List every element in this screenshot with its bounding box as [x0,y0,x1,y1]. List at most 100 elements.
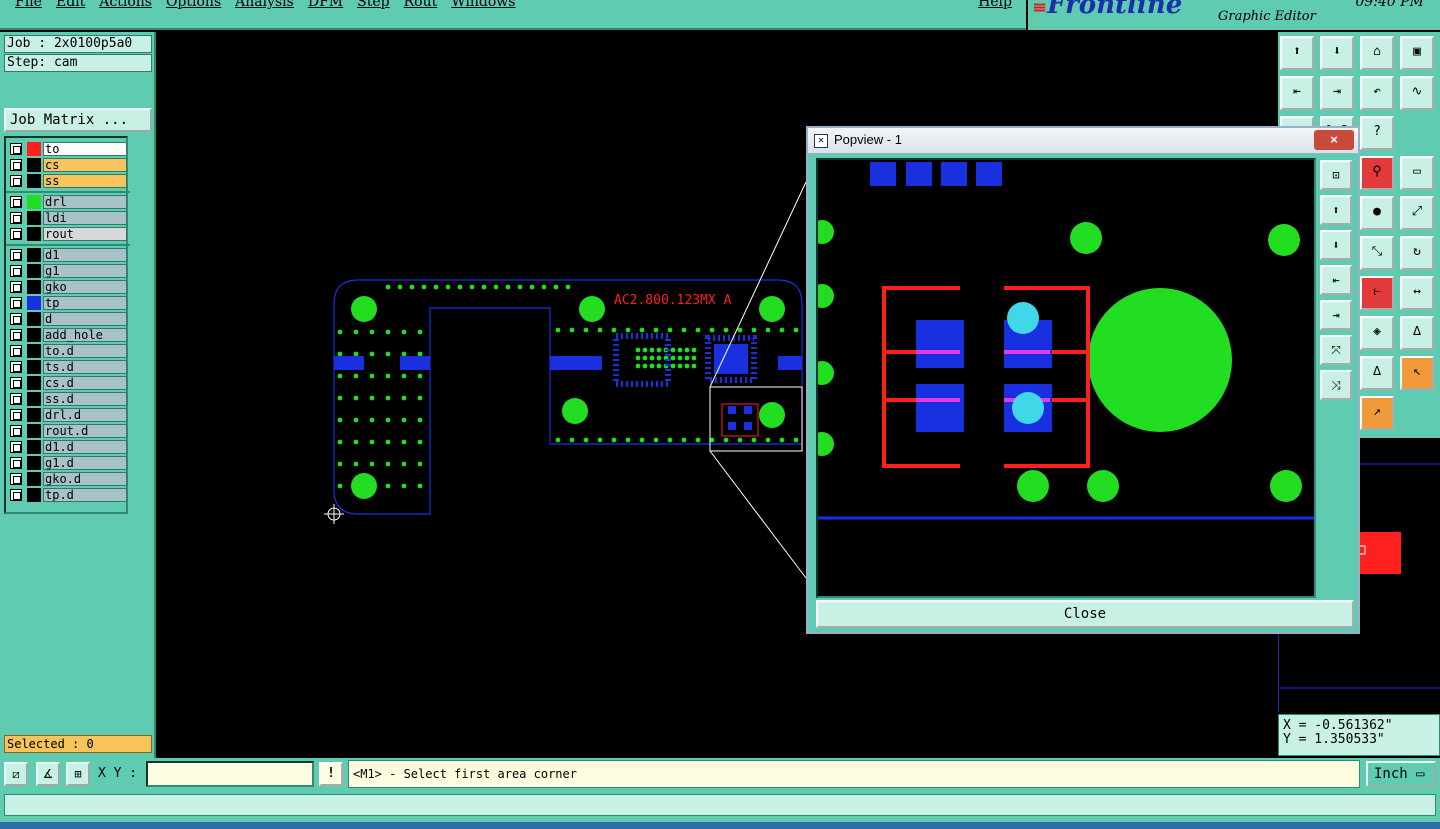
move-right-icon[interactable]: ⇥ [1320,76,1354,110]
arc-icon[interactable]: ∆ [1400,316,1434,350]
menu-windows[interactable]: Windows [444,0,522,10]
menu-dfm[interactable]: DFM [301,0,350,10]
arc-alt-icon[interactable]: ∆ [1360,356,1394,390]
popview-titlebar[interactable]: ✕ Popview - 1 × [808,128,1358,154]
layer-checkbox[interactable] [10,377,22,389]
rotate-icon[interactable]: ↻ [1400,236,1434,270]
layer-checkbox[interactable] [10,249,22,261]
move-down-icon[interactable]: ⬇ [1320,36,1354,70]
help-icon[interactable]: ? [1360,116,1394,150]
xy-input[interactable] [146,761,314,787]
layer-checkbox[interactable] [10,393,22,405]
pan-left-icon[interactable]: ⇤ [1320,265,1352,295]
layer-row[interactable]: ss [8,174,127,188]
measure-icon[interactable]: ⤢ [1400,196,1434,230]
layer-checkbox[interactable] [10,159,22,171]
layer-row[interactable]: rout [8,227,127,241]
layer-name[interactable]: d [43,312,127,326]
layer-name[interactable]: ldi [43,211,127,225]
select-alt-icon[interactable]: ↗ [1360,396,1394,430]
layer-checkbox[interactable] [10,265,22,277]
layer-name[interactable]: gko.d [43,472,127,486]
pan-down-icon[interactable]: ⬇ [1320,230,1352,260]
layer-name[interactable]: g1 [43,264,127,278]
layer-checkbox[interactable] [10,361,22,373]
layer-name[interactable]: ss [43,174,127,188]
unit-selector[interactable]: Inch ▭ [1366,761,1436,787]
layer-name[interactable]: add_hole [43,328,127,342]
layer-row[interactable]: tp [8,296,127,310]
menu-options[interactable]: Options [159,0,228,10]
layer-checkbox[interactable] [10,281,22,293]
snap-icon[interactable]: ⚲ [1360,156,1394,190]
layer-checkbox[interactable] [10,409,22,421]
layer-checkbox[interactable] [10,441,22,453]
layer-checkbox[interactable] [10,457,22,469]
layer-row[interactable]: ts.d [8,360,127,374]
pan-up-icon[interactable]: ⬆ [1320,195,1352,225]
home-icon[interactable]: ⌂ [1360,36,1394,70]
measure-alt-icon[interactable]: ⤡ [1360,236,1394,270]
menu-help[interactable]: Help [978,0,1012,10]
layer-row[interactable]: d1.d [8,440,127,454]
layer-name[interactable]: rout.d [43,424,127,438]
layer-checkbox[interactable] [10,175,22,187]
layer-checkbox[interactable] [10,425,22,437]
layer-row[interactable]: cs.d [8,376,127,390]
layer-name[interactable]: to [43,142,127,156]
span-icon[interactable]: ↔ [1400,276,1434,310]
move-up-icon[interactable]: ⬆ [1280,36,1314,70]
zoom-area-icon[interactable]: ⧄ [4,762,28,786]
layer-checkbox[interactable] [10,143,22,155]
layer-row[interactable]: tp.d [8,488,127,502]
layer-name[interactable]: cs [43,158,127,172]
zoom-angle-icon[interactable]: ∡ [36,762,60,786]
menu-edit[interactable]: Edit [49,0,92,10]
layer-name[interactable]: drl.d [43,408,127,422]
layer-checkbox[interactable] [10,297,22,309]
layer-checkbox[interactable] [10,473,22,485]
zigzag-icon[interactable]: ∿ [1400,76,1434,110]
menu-step[interactable]: Step [350,0,396,10]
layer-row[interactable]: add_hole [8,328,127,342]
layer-name[interactable]: tp.d [43,488,127,502]
select-icon[interactable]: ↖ [1400,356,1434,390]
move-left-icon[interactable]: ⇤ [1280,76,1314,110]
zoom-grid-icon[interactable]: ⊞ [66,762,90,786]
layer-checkbox[interactable] [10,228,22,240]
exclaim-button[interactable]: ! [319,762,343,786]
layer-checkbox[interactable] [10,196,22,208]
shapes-icon[interactable]: ◈ [1360,316,1394,350]
layer-name[interactable]: g1.d [43,456,127,470]
layer-checkbox[interactable] [10,313,22,325]
layer-name[interactable]: ts.d [43,360,127,374]
pan-right-icon[interactable]: ⇥ [1320,300,1352,330]
layer-row[interactable]: to.d [8,344,127,358]
layer-checkbox[interactable] [10,345,22,357]
layer-name[interactable]: rout [43,227,127,241]
close-button[interactable]: Close [816,600,1354,628]
menu-rout[interactable]: Rout [397,0,445,10]
layer-name[interactable]: drl [43,195,127,209]
layer-row[interactable]: g1.d [8,456,127,470]
pad-icon[interactable]: ● [1360,196,1394,230]
layer-row[interactable]: drl [8,195,127,209]
layer-name[interactable]: gko [43,280,127,294]
layer-row[interactable]: drl.d [8,408,127,422]
layer-name[interactable]: d1 [43,248,127,262]
fit-icon[interactable]: ⊡ [1320,160,1352,190]
layer-row[interactable]: ss.d [8,392,127,406]
popview-canvas[interactable] [810,158,1316,598]
zoom-out-icon[interactable]: ⤨ [1320,370,1352,400]
layer-row[interactable]: gko [8,280,127,294]
layer-row[interactable]: ldi [8,211,127,225]
menu-actions[interactable]: Actions [92,0,159,10]
layer-name[interactable]: ss.d [43,392,127,406]
pin-icon[interactable]: ⥼ [1360,276,1394,310]
layer-row[interactable]: d1 [8,248,127,262]
ruler-icon[interactable]: ▭ [1400,156,1434,190]
layer-name[interactable]: to.d [43,344,127,358]
layer-row[interactable]: gko.d [8,472,127,486]
undo-icon[interactable]: ↶ [1360,76,1394,110]
job-matrix-button[interactable]: Job Matrix ... [4,108,152,132]
